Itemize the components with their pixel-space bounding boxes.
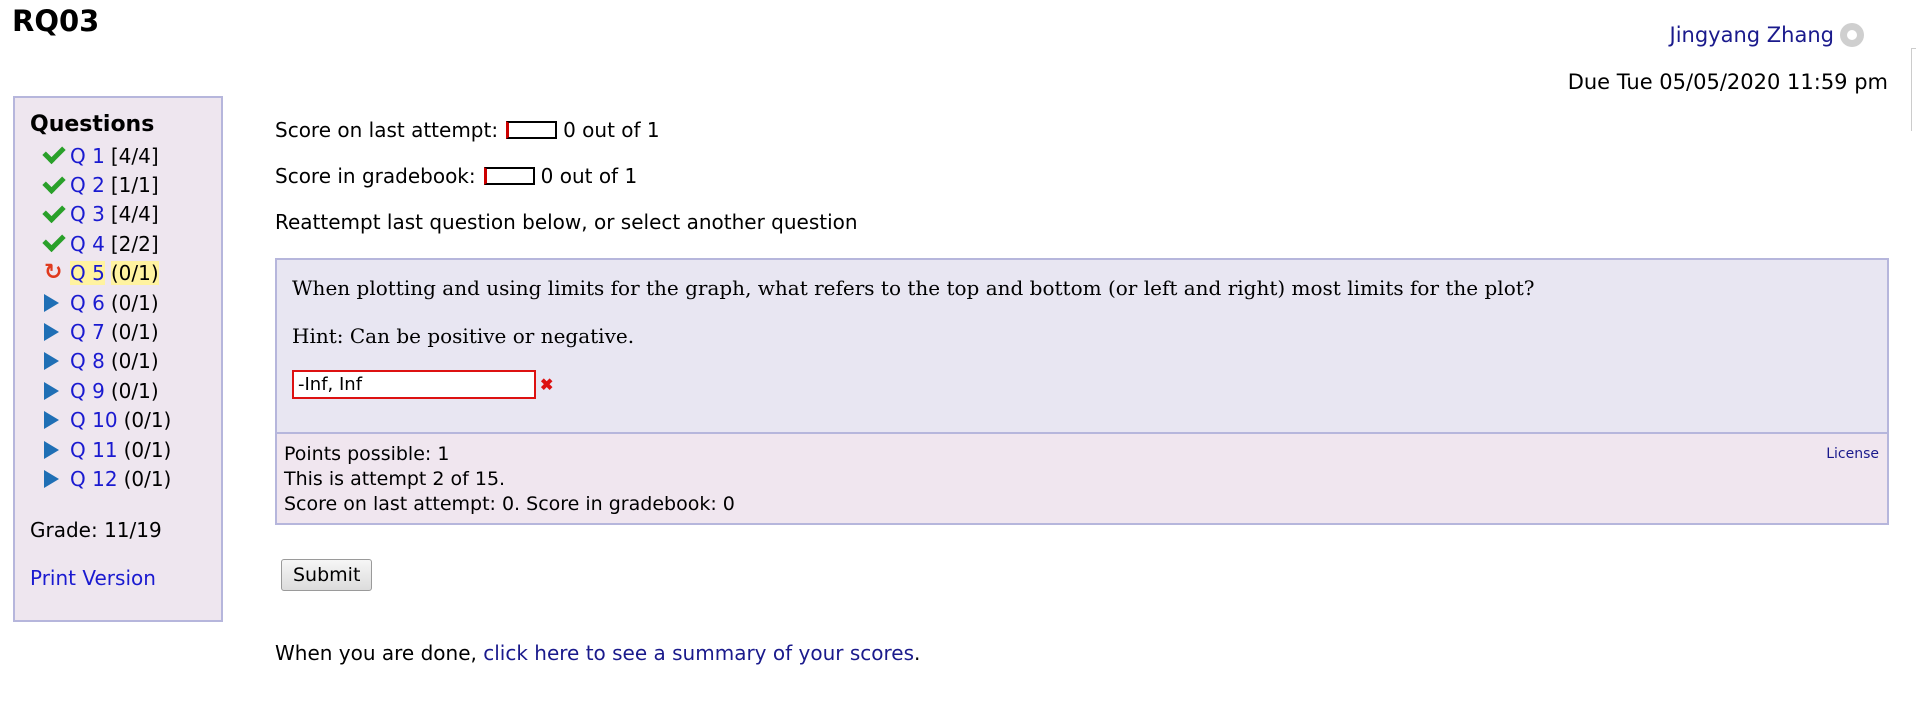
sidebar-item-q9[interactable]: Q 9 (0/1) — [44, 376, 221, 405]
question-score: (0/1) — [110, 349, 159, 374]
question-text: When plotting and using limits for the g… — [292, 276, 1535, 300]
retry-icon: ↻ — [44, 260, 63, 286]
gradebook-label: Score in gradebook: — [275, 164, 476, 188]
question-box: When plotting and using limits for the g… — [275, 258, 1889, 525]
last-attempt-label: Score on last attempt: — [275, 118, 499, 142]
check-icon — [42, 170, 70, 194]
gradebook-progress-bar — [483, 167, 535, 185]
done-prefix: When you are done, — [275, 641, 484, 665]
question-link[interactable]: Q 1 — [70, 144, 105, 168]
grade-summary: Grade: 11/19 — [30, 517, 162, 542]
check-icon — [42, 141, 70, 165]
sidebar-item-q1[interactable]: Q 1 [4/4] — [42, 141, 221, 170]
print-version-link[interactable]: Print Version — [30, 566, 221, 590]
sidebar-item-q4[interactable]: Q 4 [2/2] — [42, 229, 221, 258]
question-link[interactable]: Q 8 — [70, 349, 105, 373]
last-attempt-value: 0 out of 1 — [563, 118, 660, 142]
question-score: (0/1) — [123, 466, 172, 491]
play-icon — [44, 411, 70, 430]
question-score: [4/4] — [110, 143, 159, 168]
question-score: (0/1) — [110, 290, 159, 315]
scrollbar-edge — [1911, 48, 1916, 131]
user-menu[interactable]: Jingyang Zhang — [1670, 23, 1864, 47]
score-summary: Score on last attempt: 0. Score in grade… — [284, 493, 735, 515]
gradebook-value: 0 out of 1 — [540, 164, 638, 188]
submit-button[interactable]: Submit — [281, 559, 373, 591]
question-link[interactable]: Q 11 — [70, 438, 118, 462]
sidebar-item-q8[interactable]: Q 8 (0/1) — [44, 347, 221, 376]
reattempt-instruction: Reattempt last question below, or select… — [275, 210, 858, 234]
check-icon — [42, 199, 70, 224]
question-score: [4/4] — [110, 202, 159, 227]
question-score: (0/1) — [123, 437, 172, 462]
question-link[interactable]: Q 12 — [70, 467, 118, 491]
question-link[interactable]: Q 7 — [70, 320, 105, 344]
sidebar-item-q5[interactable]: ↻ Q 5 (0/1) — [44, 259, 221, 288]
sidebar-item-q7[interactable]: Q 7 (0/1) — [44, 317, 221, 346]
done-suffix: . — [914, 641, 921, 665]
question-score: (0/1) — [110, 378, 159, 403]
question-link[interactable]: Q 3 — [70, 202, 105, 226]
sidebar-item-q11[interactable]: Q 11 (0/1) — [44, 435, 221, 464]
last-attempt-row: Score on last attempt: 0 out of 1 — [275, 118, 660, 142]
sidebar-item-q12[interactable]: Q 12 (0/1) — [44, 464, 221, 493]
sidebar-item-q3[interactable]: Q 3 [4/4] — [42, 199, 221, 229]
question-link[interactable]: Q 10 — [70, 408, 118, 432]
due-date: Due Tue 05/05/2020 11:59 pm — [1567, 70, 1888, 94]
last-attempt-progress-bar — [506, 121, 558, 139]
sidebar-item-q10[interactable]: Q 10 (0/1) — [44, 406, 221, 435]
question-link[interactable]: Q 5 — [70, 261, 105, 286]
sidebar-item-q6[interactable]: Q 6 (0/1) — [44, 288, 221, 317]
sidebar-heading: Questions — [30, 112, 155, 137]
play-icon — [44, 381, 70, 400]
answer-row: ✖ — [292, 370, 1887, 399]
question-body: When plotting and using limits for the g… — [277, 260, 1887, 432]
check-icon — [42, 229, 70, 253]
points-possible: Points possible: 1 — [284, 443, 450, 465]
question-score: (0/1) — [110, 320, 159, 345]
incorrect-icon: ✖ — [540, 375, 554, 394]
play-icon — [44, 352, 70, 371]
gradebook-row: Score in gradebook: 0 out of 1 — [275, 164, 637, 188]
question-info: Points possible: 1 This is attempt 2 of … — [277, 432, 1887, 523]
attempt-count: This is attempt 2 of 15. — [284, 468, 506, 490]
user-name[interactable]: Jingyang Zhang — [1670, 23, 1834, 47]
question-score: [1/1] — [110, 173, 159, 198]
question-score: (0/1) — [123, 408, 172, 433]
question-link[interactable]: Q 9 — [70, 379, 105, 403]
play-icon — [44, 323, 70, 342]
play-icon — [44, 293, 70, 312]
question-hint: Hint: Can be positive or negative. — [292, 324, 635, 348]
summary-link[interactable]: click here to see a summary of your scor… — [483, 641, 914, 665]
sidebar-item-q2[interactable]: Q 2 [1/1] — [42, 170, 221, 199]
play-icon — [44, 440, 70, 459]
page-title: RQ03 — [12, 4, 100, 38]
question-link[interactable]: Q 2 — [70, 173, 105, 197]
answer-input[interactable] — [292, 370, 536, 399]
play-icon — [44, 469, 70, 488]
license-link[interactable]: License — [1826, 442, 1879, 467]
done-message: When you are done, click here to see a s… — [275, 641, 920, 665]
questions-sidebar: Questions Q 1 [4/4] Q 2 [1/1] Q 3 [4/4] Q 4 [2/… — [13, 96, 223, 622]
question-score: (0/1) — [110, 261, 159, 286]
gear-icon[interactable] — [1840, 23, 1864, 47]
question-link[interactable]: Q 4 — [70, 232, 105, 256]
question-list: Q 1 [4/4] Q 2 [1/1] Q 3 [4/4] Q 4 [2/2] ↻ Q 5 (0/1… — [30, 141, 221, 494]
question-score: [2/2] — [110, 231, 159, 256]
question-link[interactable]: Q 6 — [70, 291, 105, 315]
